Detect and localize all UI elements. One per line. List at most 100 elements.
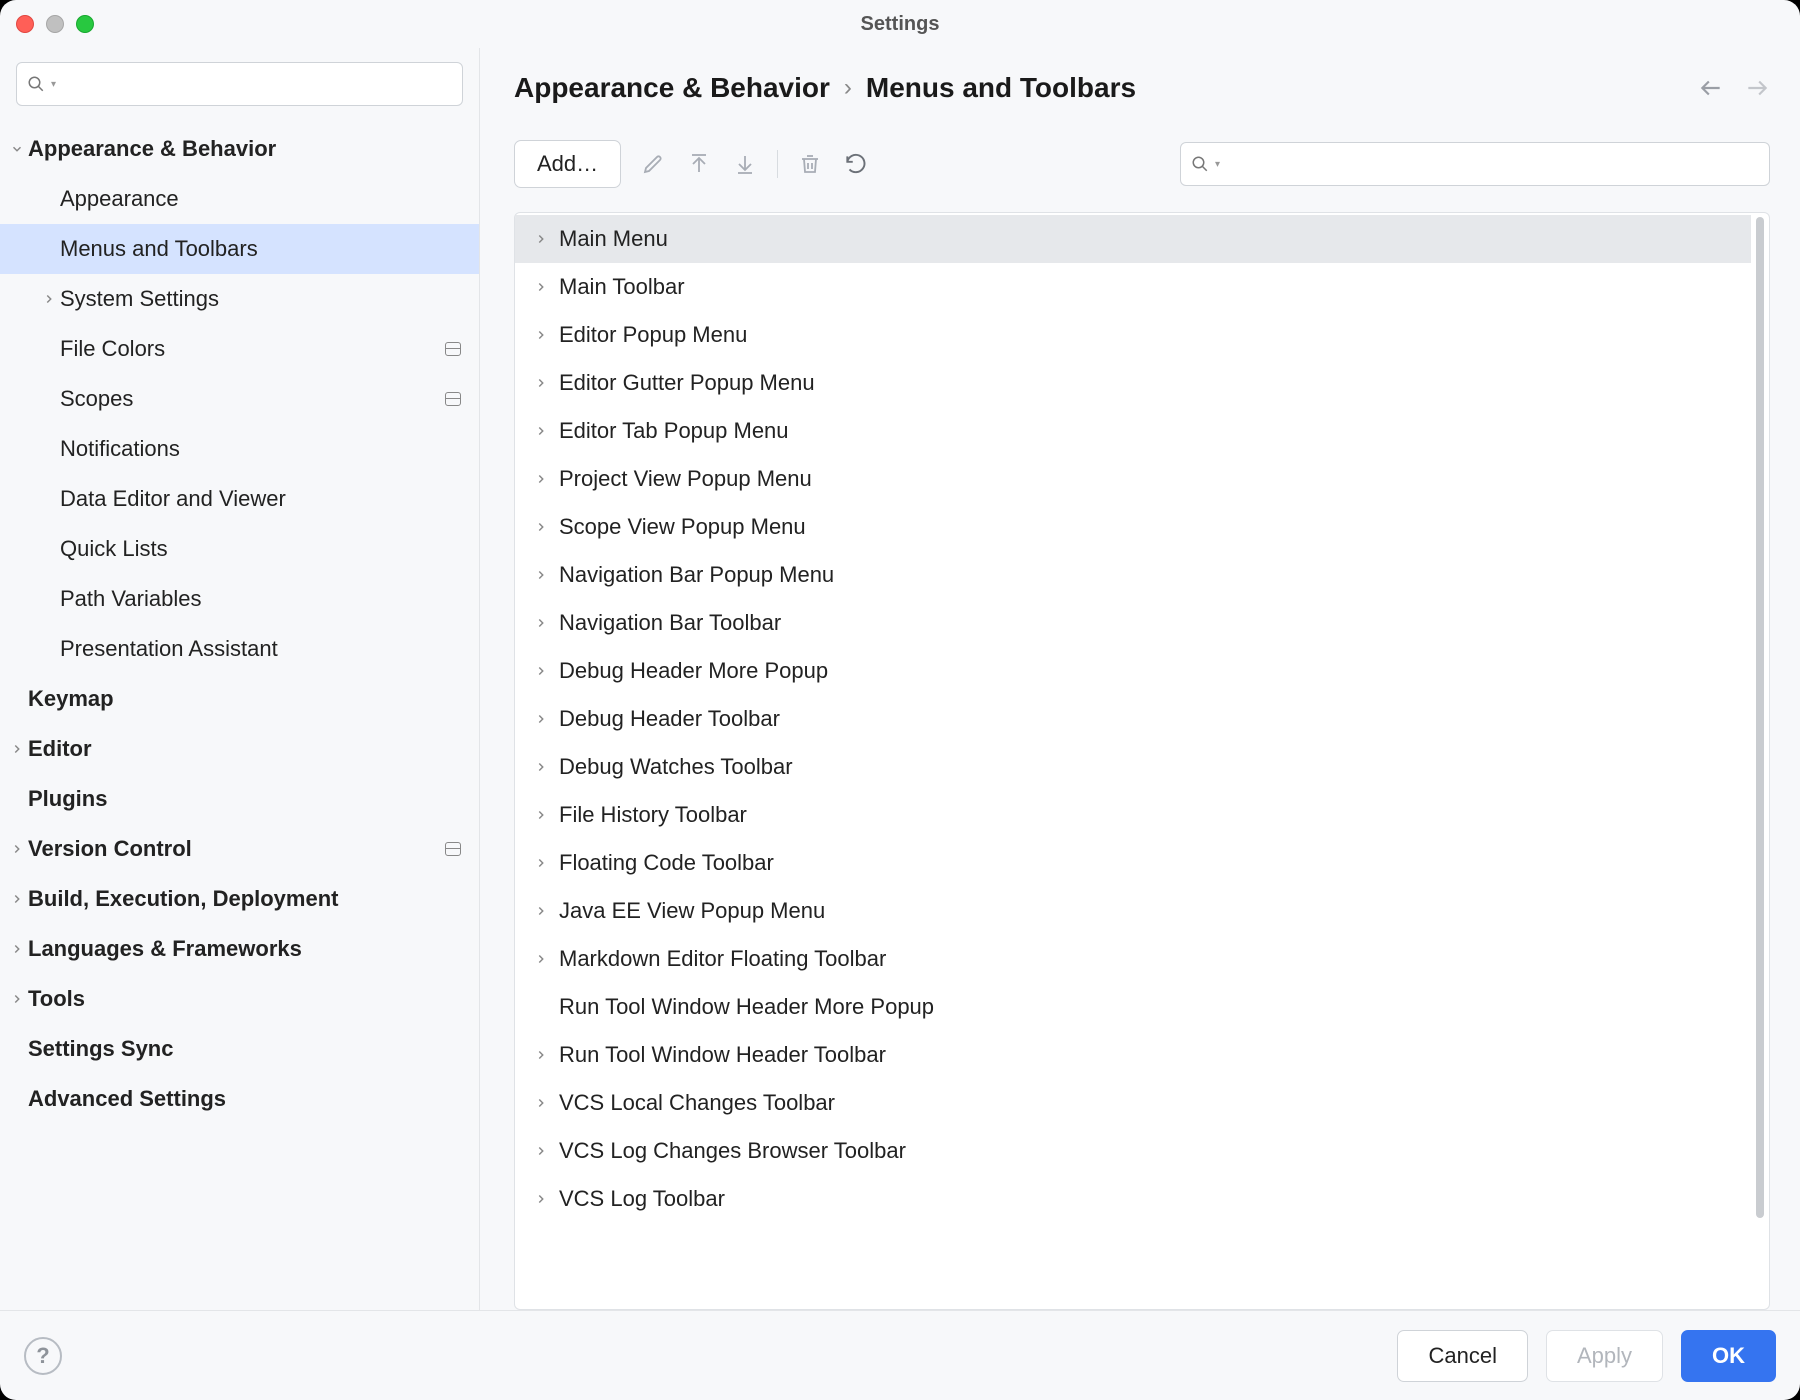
sidebar-item[interactable]: Settings Sync [0, 1024, 479, 1074]
sidebar-item[interactable]: Presentation Assistant [0, 624, 479, 674]
menu-tree-item[interactable]: Main Menu [515, 215, 1751, 263]
sidebar-item[interactable]: Quick Lists [0, 524, 479, 574]
menu-tree-item-label: Java EE View Popup Menu [559, 898, 825, 924]
toolbar-search-input[interactable] [1226, 153, 1759, 176]
chevron-right-icon [527, 664, 555, 678]
scrollbar[interactable] [1751, 213, 1769, 1309]
sidebar-item-label: Plugins [28, 786, 461, 812]
project-badge-icon [445, 342, 461, 356]
sidebar-item[interactable]: Tools [0, 974, 479, 1024]
sidebar-item[interactable]: Keymap [0, 674, 479, 724]
sidebar-item[interactable]: Notifications [0, 424, 479, 474]
cancel-button[interactable]: Cancel [1397, 1330, 1527, 1382]
toolbar-search[interactable]: ▾ [1180, 142, 1770, 186]
menu-tree-item[interactable]: Run Tool Window Header More Popup [515, 983, 1751, 1031]
chevron-right-icon [527, 808, 555, 822]
project-badge-icon [445, 392, 461, 406]
menu-tree-item[interactable]: Main Toolbar [515, 263, 1751, 311]
sidebar-item-label: Scopes [60, 386, 445, 412]
traffic-lights [16, 15, 94, 33]
project-badge-icon [445, 842, 461, 856]
nav-forward-button[interactable] [1744, 75, 1770, 101]
sidebar-item[interactable]: Version Control [0, 824, 479, 874]
move-down-icon[interactable] [731, 150, 759, 178]
sidebar-item[interactable]: File Colors [0, 324, 479, 374]
sidebar-item-label: Quick Lists [60, 536, 461, 562]
edit-icon[interactable] [639, 150, 667, 178]
nav-back-button[interactable] [1698, 75, 1724, 101]
sidebar-item[interactable]: Editor [0, 724, 479, 774]
menu-tree-item[interactable]: Editor Tab Popup Menu [515, 407, 1751, 455]
chevron-right-icon [527, 520, 555, 534]
titlebar: Settings [0, 0, 1800, 48]
sidebar-item[interactable]: Menus and Toolbars [0, 224, 479, 274]
sidebar-item-label: Keymap [28, 686, 461, 712]
add-button[interactable]: Add… [514, 140, 621, 188]
sidebar-item-label: Version Control [28, 836, 445, 862]
sidebar-item[interactable]: Scopes [0, 374, 479, 424]
sidebar-item[interactable]: System Settings [0, 274, 479, 324]
menu-tree-item-label: VCS Local Changes Toolbar [559, 1090, 835, 1116]
menu-tree-item[interactable]: Navigation Bar Popup Menu [515, 551, 1751, 599]
sidebar-item[interactable]: Appearance & Behavior [0, 124, 479, 174]
sidebar-item[interactable]: Build, Execution, Deployment [0, 874, 479, 924]
sidebar-item[interactable]: Plugins [0, 774, 479, 824]
menu-tree-item[interactable]: Debug Watches Toolbar [515, 743, 1751, 791]
scrollbar-thumb[interactable] [1756, 217, 1764, 1218]
menu-tree-item[interactable]: Debug Header More Popup [515, 647, 1751, 695]
body: ▾ Appearance & Behavior Appearance Menus a… [0, 48, 1800, 1310]
menu-tree-item[interactable]: VCS Log Changes Browser Toolbar [515, 1127, 1751, 1175]
breadcrumb-parent[interactable]: Appearance & Behavior [514, 72, 830, 104]
menu-tree-item[interactable]: Run Tool Window Header Toolbar [515, 1031, 1751, 1079]
menu-tree-item[interactable]: Editor Popup Menu [515, 311, 1751, 359]
sidebar-item-label: Notifications [60, 436, 461, 462]
menu-tree-item[interactable]: Markdown Editor Floating Toolbar [515, 935, 1751, 983]
sidebar-item-label: Appearance [60, 186, 461, 212]
sidebar-item-label: Tools [28, 986, 461, 1012]
menu-tree-item[interactable]: Floating Code Toolbar [515, 839, 1751, 887]
menu-tree-item[interactable]: Editor Gutter Popup Menu [515, 359, 1751, 407]
chevron-icon [6, 142, 28, 156]
sidebar-item[interactable]: Advanced Settings [0, 1074, 479, 1124]
menu-tree-item[interactable]: VCS Local Changes Toolbar [515, 1079, 1751, 1127]
chevron-right-icon [527, 472, 555, 486]
sidebar-search-input[interactable] [62, 73, 452, 96]
menu-tree-item-label: Run Tool Window Header More Popup [559, 994, 934, 1020]
chevron-right-icon [527, 1144, 555, 1158]
menu-tree-item[interactable]: File History Toolbar [515, 791, 1751, 839]
menu-tree-item-label: VCS Log Changes Browser Toolbar [559, 1138, 906, 1164]
sidebar-item[interactable]: Data Editor and Viewer [0, 474, 479, 524]
toolbar-separator [777, 150, 778, 178]
menu-tree-item-label: Editor Tab Popup Menu [559, 418, 789, 444]
chevron-right-icon [527, 760, 555, 774]
search-icon [27, 75, 45, 93]
help-button[interactable]: ? [24, 1337, 62, 1375]
chevron-right-icon [527, 280, 555, 294]
settings-window: Settings ▾ Appearance & BehaviorAppearan… [0, 0, 1800, 1400]
menu-tree-item[interactable]: Debug Header Toolbar [515, 695, 1751, 743]
menu-tree-item-label: Editor Popup Menu [559, 322, 747, 348]
sidebar-search[interactable]: ▾ [16, 62, 463, 106]
menu-tree-item[interactable]: Scope View Popup Menu [515, 503, 1751, 551]
sidebar-item-label: Presentation Assistant [60, 636, 461, 662]
chevron-icon [6, 942, 28, 956]
menu-tree-item-label: Run Tool Window Header Toolbar [559, 1042, 886, 1068]
move-up-icon[interactable] [685, 150, 713, 178]
delete-icon[interactable] [796, 150, 824, 178]
sidebar-item[interactable]: Path Variables [0, 574, 479, 624]
menu-tree-item[interactable]: VCS Log Toolbar [515, 1175, 1751, 1223]
menu-tree-item[interactable]: Java EE View Popup Menu [515, 887, 1751, 935]
revert-icon[interactable] [842, 150, 870, 178]
menu-tree-item[interactable]: Navigation Bar Toolbar [515, 599, 1751, 647]
close-window-button[interactable] [16, 15, 34, 33]
dropdown-caret-icon: ▾ [1215, 159, 1220, 170]
minimize-window-button[interactable] [46, 15, 64, 33]
menu-tree-item[interactable]: Project View Popup Menu [515, 455, 1751, 503]
menu-tree-item-label: Markdown Editor Floating Toolbar [559, 946, 886, 972]
chevron-right-icon [527, 1096, 555, 1110]
ok-button[interactable]: OK [1681, 1330, 1776, 1382]
sidebar-item[interactable]: Appearance [0, 174, 479, 224]
sidebar-tree: Appearance & Behavior Appearance Menus and… [0, 124, 479, 1310]
sidebar-item[interactable]: Languages & Frameworks [0, 924, 479, 974]
maximize-window-button[interactable] [76, 15, 94, 33]
